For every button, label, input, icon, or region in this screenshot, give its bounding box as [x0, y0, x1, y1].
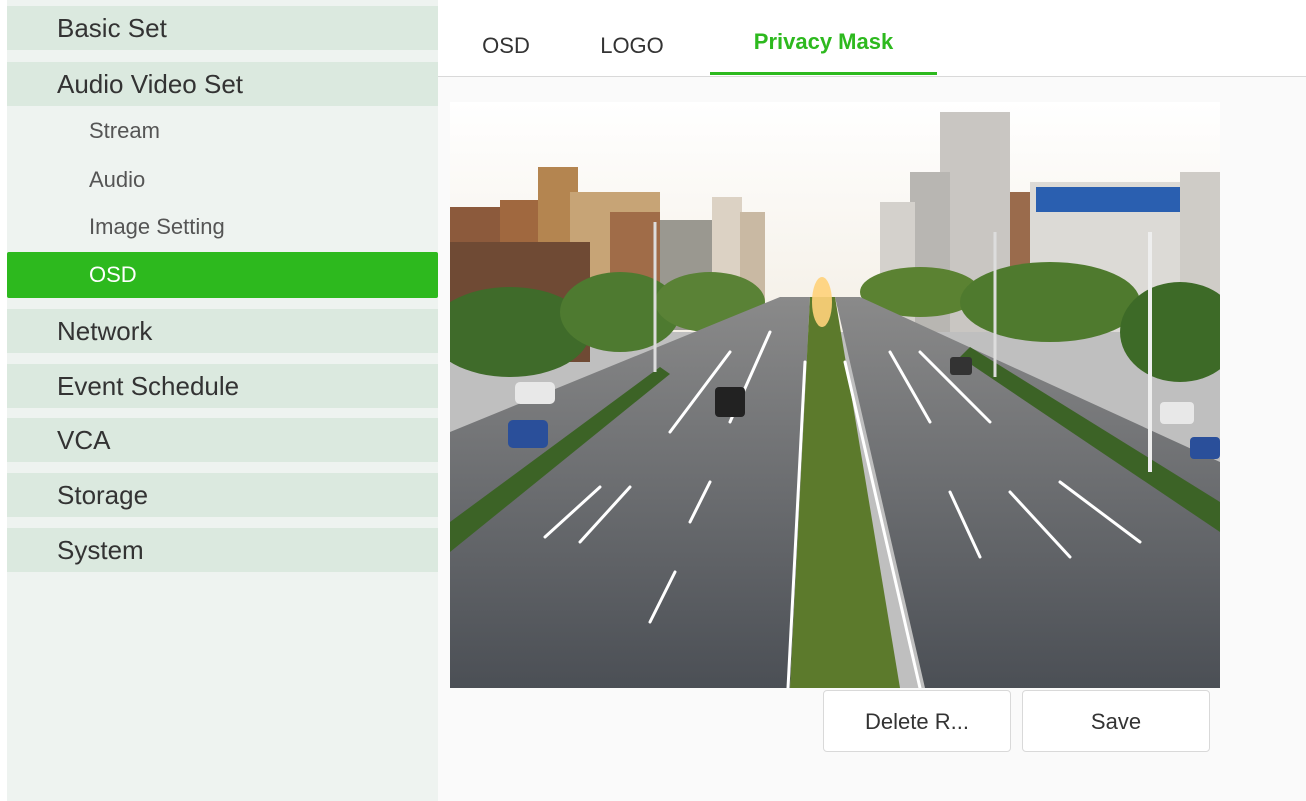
- camera-preview[interactable]: [450, 102, 1220, 688]
- sidebar: Basic Set Audio Video Set Stream Audio I…: [7, 0, 438, 801]
- save-button[interactable]: Save: [1022, 690, 1210, 752]
- active-tab-indicator: [710, 72, 937, 75]
- camera-image: [450, 102, 1220, 688]
- nav-item-vca[interactable]: VCA: [7, 418, 438, 462]
- nav-item-system[interactable]: System: [7, 528, 438, 572]
- tab-osd[interactable]: OSD: [460, 22, 552, 74]
- delete-region-button[interactable]: Delete R...: [823, 690, 1011, 752]
- nav-item-storage[interactable]: Storage: [7, 473, 438, 517]
- tab-bar: OSD LOGO Privacy Mask: [438, 0, 1306, 77]
- sub-item-osd[interactable]: OSD: [7, 252, 438, 298]
- tab-privacy-mask[interactable]: Privacy Mask: [710, 18, 937, 70]
- nav-item-audio-video-set[interactable]: Audio Video Set: [7, 62, 438, 106]
- nav-item-network[interactable]: Network: [7, 309, 438, 353]
- sub-item-stream[interactable]: Stream: [7, 108, 438, 154]
- nav-item-basic-set[interactable]: Basic Set: [7, 6, 438, 50]
- sub-item-audio[interactable]: Audio: [7, 157, 438, 203]
- nav-item-event-schedule[interactable]: Event Schedule: [7, 364, 438, 408]
- main-content: OSD LOGO Privacy Mask Delete R... Save: [438, 0, 1306, 801]
- tab-logo[interactable]: LOGO: [582, 22, 682, 74]
- sub-item-image-setting[interactable]: Image Setting: [7, 204, 438, 250]
